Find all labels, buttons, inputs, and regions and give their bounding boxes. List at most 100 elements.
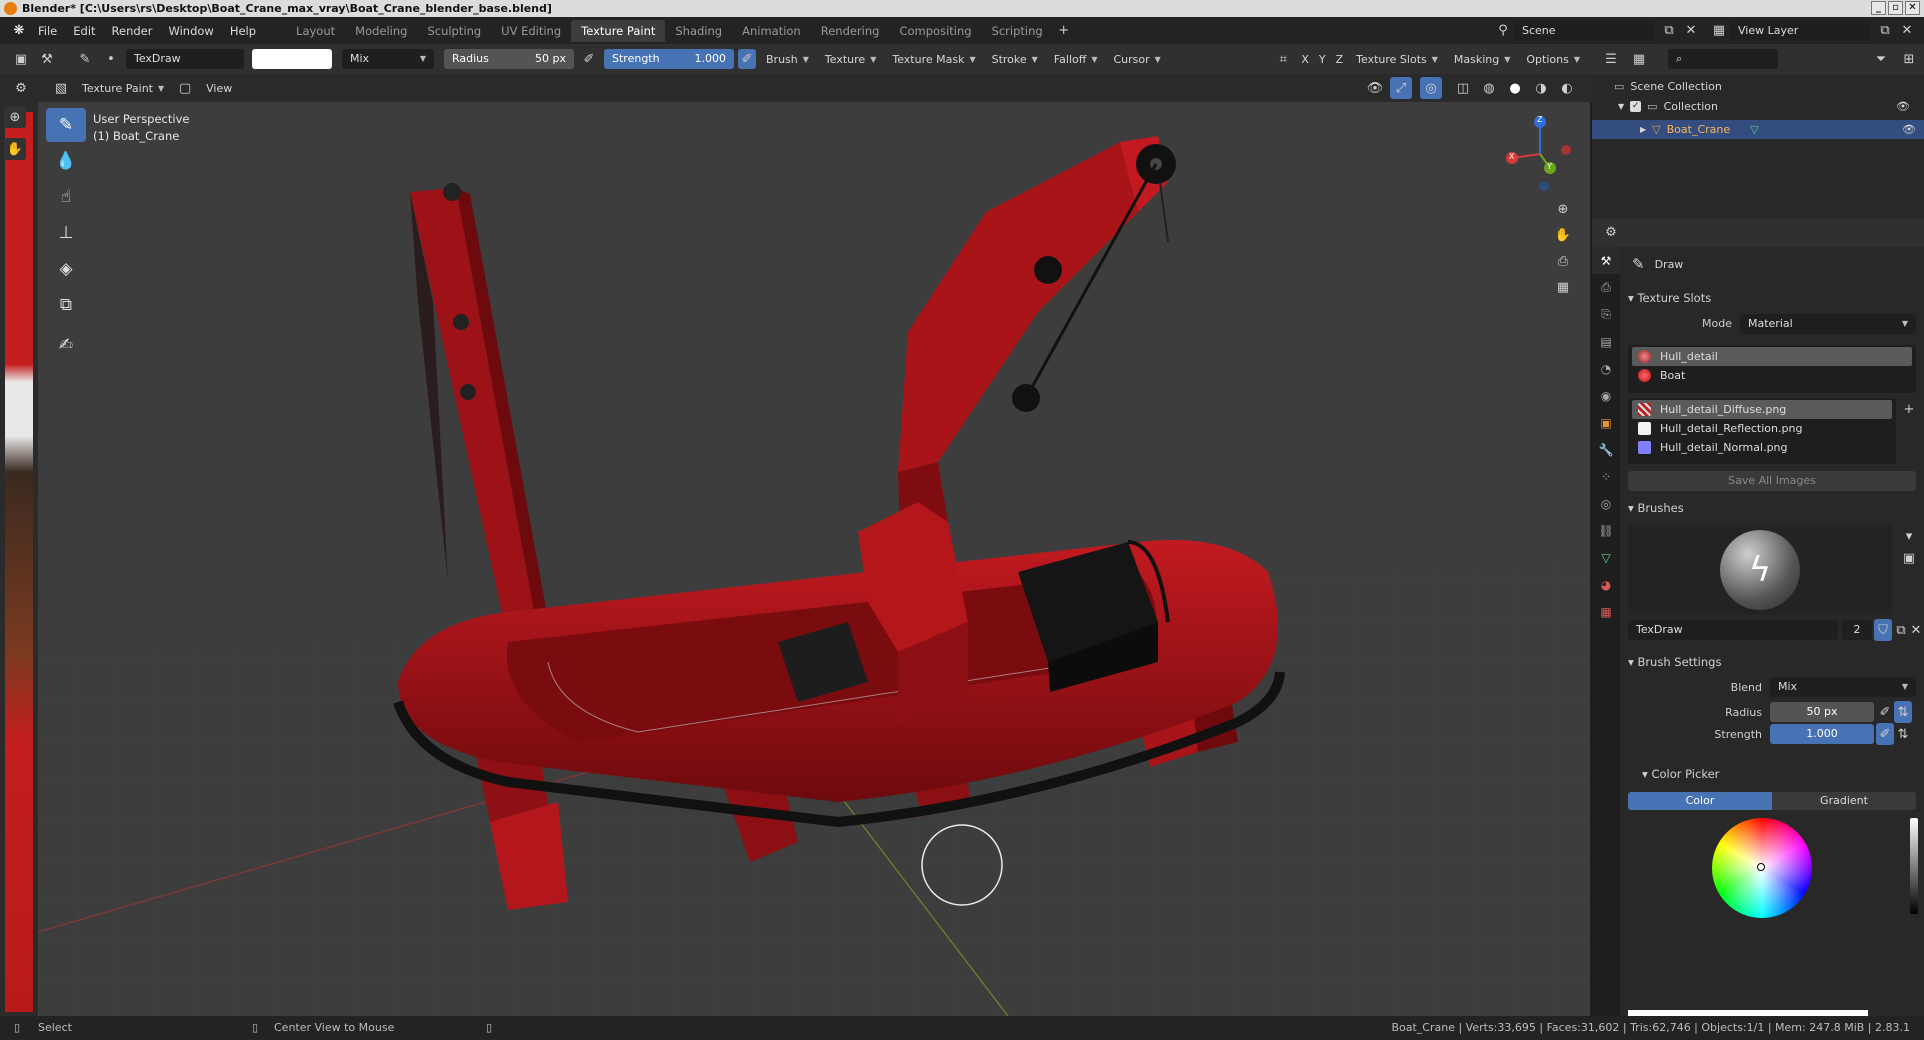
brush-list-chevron-icon[interactable]: ▾	[1898, 525, 1920, 547]
tool-tab-icon[interactable]: ⚒	[1592, 247, 1620, 274]
soften-tool-icon[interactable]: 💧	[46, 144, 86, 178]
3d-viewport[interactable]: User Perspective (1) Boat_Crane Z X Y ⊕ …	[38, 102, 1590, 1016]
texture-mode-dropdown[interactable]: Material ▼	[1740, 314, 1916, 334]
unlink-brush-icon[interactable]: ✕	[1908, 619, 1924, 641]
brush-strength-slider[interactable]: 1.000	[1770, 724, 1874, 744]
physics-tab-icon[interactable]: ◎	[1592, 490, 1620, 517]
expand-arrow-icon[interactable]: ▶	[1640, 125, 1646, 134]
scene-field[interactable]: Scene	[1514, 20, 1654, 41]
properties-editor-icon[interactable]: ⚙	[1600, 222, 1622, 244]
list-item[interactable]: Hull_detail_Diffuse.png	[1632, 400, 1892, 419]
list-item[interactable]: Hull_detail_Reflection.png	[1632, 419, 1892, 438]
radius-slider[interactable]: Radius 50 px	[444, 49, 574, 69]
menu-help[interactable]: Help	[222, 24, 264, 38]
constraints-tab-icon[interactable]: ⛓	[1592, 517, 1620, 544]
scene-browse-icon[interactable]: ⚲	[1492, 20, 1514, 42]
draw-tool-icon[interactable]: ✎	[46, 108, 86, 142]
brush-icon[interactable]: ✎	[74, 48, 96, 70]
texture-slots-panel-header[interactable]: ▾ Texture Slots	[1628, 291, 1711, 305]
strength-pressure-icon[interactable]: ✐	[738, 49, 756, 69]
view-layer-browse-icon[interactable]: ▦	[1708, 20, 1730, 42]
tab-modeling[interactable]: Modeling	[345, 20, 417, 42]
brush-name-input[interactable]: TexDraw	[1628, 620, 1838, 640]
solid-shading-icon[interactable]: ●	[1504, 77, 1526, 99]
gradient-tab[interactable]: Gradient	[1772, 792, 1916, 810]
navigation-gizmo[interactable]: Z X Y	[1500, 114, 1580, 194]
material-tab-icon[interactable]: ◕	[1592, 571, 1620, 598]
blend-dropdown[interactable]: Mix ▼	[342, 49, 434, 69]
editor-type-icon[interactable]: ▣	[10, 48, 32, 70]
render-tab-icon[interactable]: ⎙	[1592, 274, 1620, 301]
menu-edit[interactable]: Edit	[65, 24, 103, 38]
close-button[interactable]: ✕	[1905, 1, 1920, 15]
tab-rendering[interactable]: Rendering	[811, 20, 890, 42]
image-zoom-icon[interactable]: ⊕	[4, 106, 26, 128]
pan-hand-icon[interactable]: ✋	[1552, 224, 1574, 246]
xray-icon[interactable]: ◫	[1452, 77, 1474, 99]
wireframe-shading-icon[interactable]: ◍	[1478, 77, 1500, 99]
tab-uv-editing[interactable]: UV Editing	[491, 20, 571, 42]
face-mask-icon[interactable]: ▢	[174, 77, 196, 99]
new-scene-icon[interactable]: ⧉	[1658, 20, 1680, 42]
collection-checkbox[interactable]: ✓	[1630, 101, 1642, 112]
outliner-object-row[interactable]: ▶ ▽ Boat_Crane ▽ 👁	[1592, 120, 1924, 139]
symmetry-icon[interactable]: ⌗	[1272, 48, 1294, 70]
outliner-search-input[interactable]: ⌕	[1668, 49, 1778, 69]
modifier-tab-icon[interactable]: 🔧	[1592, 436, 1620, 463]
outliner-collection-row[interactable]: ▼ ✓ ▭ Collection 👁	[1618, 100, 1918, 113]
list-item[interactable]: Boat	[1632, 366, 1912, 385]
camera-icon[interactable]: ⎙	[1552, 250, 1574, 272]
viewport-editor-icon[interactable]: ⚙	[10, 77, 32, 99]
list-item[interactable]: Hull_detail	[1632, 347, 1912, 366]
menu-window[interactable]: Window	[160, 24, 221, 38]
collection-visibility-icon[interactable]: 👁	[1896, 100, 1910, 113]
color-picker-panel-header[interactable]: ▾ Color Picker	[1642, 767, 1719, 781]
tab-scripting[interactable]: Scripting	[982, 20, 1053, 42]
brushes-panel-header[interactable]: ▾ Brushes	[1628, 501, 1684, 515]
tab-shading[interactable]: Shading	[665, 20, 732, 42]
show-gizmo-icon[interactable]: ⤢	[1390, 77, 1412, 99]
show-overlays-icon[interactable]: ◎	[1420, 77, 1442, 99]
brush-color-swatch[interactable]	[252, 49, 332, 69]
menu-view[interactable]: View	[200, 78, 238, 98]
menu-texture-mask[interactable]: Texture Mask ▼	[886, 49, 981, 69]
axis-z-toggle[interactable]: Z	[1333, 49, 1347, 69]
color-tab[interactable]: Color	[1628, 792, 1772, 810]
color-wheel-cursor[interactable]	[1757, 863, 1765, 871]
clone-tool-icon[interactable]: ⊥	[46, 216, 86, 250]
image-pan-icon[interactable]: ✋	[4, 138, 26, 160]
filter-icon[interactable]: ⏷	[1870, 48, 1892, 70]
annotate-tool-icon[interactable]: ✍	[46, 328, 86, 362]
color-wheel[interactable]	[1712, 818, 1812, 918]
axis-x-toggle[interactable]: X	[1298, 49, 1312, 69]
brush-preview[interactable]: ϟ	[1628, 525, 1892, 615]
menu-cursor[interactable]: Cursor ▼	[1107, 49, 1166, 69]
outliner-editor-icon[interactable]: ☰	[1600, 48, 1622, 70]
brush-custom-icon[interactable]: ▣	[1898, 547, 1920, 569]
data-tab-icon[interactable]: ▽	[1592, 544, 1620, 571]
tab-layout[interactable]: Layout	[286, 20, 345, 42]
tab-sculpting[interactable]: Sculpting	[417, 20, 491, 42]
brush-blend-dropdown[interactable]: Mix ▼	[1770, 677, 1916, 697]
menu-stroke[interactable]: Stroke ▼	[986, 49, 1044, 69]
scene-tab-icon[interactable]: ◔	[1592, 355, 1620, 382]
object-tab-icon[interactable]: ▣	[1592, 409, 1620, 436]
mode-dropdown[interactable]: Texture Paint ▼	[76, 78, 170, 98]
value-slider[interactable]	[1910, 818, 1918, 914]
menu-texture[interactable]: Texture ▼	[819, 49, 882, 69]
output-tab-icon[interactable]: ⎘	[1592, 301, 1620, 328]
world-tab-icon[interactable]: ◉	[1592, 382, 1620, 409]
display-mode-icon[interactable]: ▦	[1628, 48, 1650, 70]
outliner-scene-collection[interactable]: ▭ Scene Collection	[1614, 80, 1722, 93]
smear-tool-icon[interactable]: ☝	[46, 180, 86, 214]
fill-tool-icon[interactable]: ◈	[46, 252, 86, 286]
view-object-types-icon[interactable]: 👁	[1364, 77, 1386, 99]
new-collection-icon[interactable]: ⊞	[1898, 48, 1920, 70]
ortho-grid-icon[interactable]: ▦	[1552, 276, 1574, 298]
menu-options[interactable]: Options ▼	[1520, 49, 1586, 69]
brush-radius-slider[interactable]: 50 px	[1770, 702, 1874, 722]
delete-scene-icon[interactable]: ✕	[1680, 20, 1702, 42]
menu-masking[interactable]: Masking ▼	[1448, 49, 1517, 69]
delete-view-layer-icon[interactable]: ✕	[1896, 20, 1918, 42]
strength-unit-icon[interactable]: ⇅	[1894, 723, 1912, 745]
